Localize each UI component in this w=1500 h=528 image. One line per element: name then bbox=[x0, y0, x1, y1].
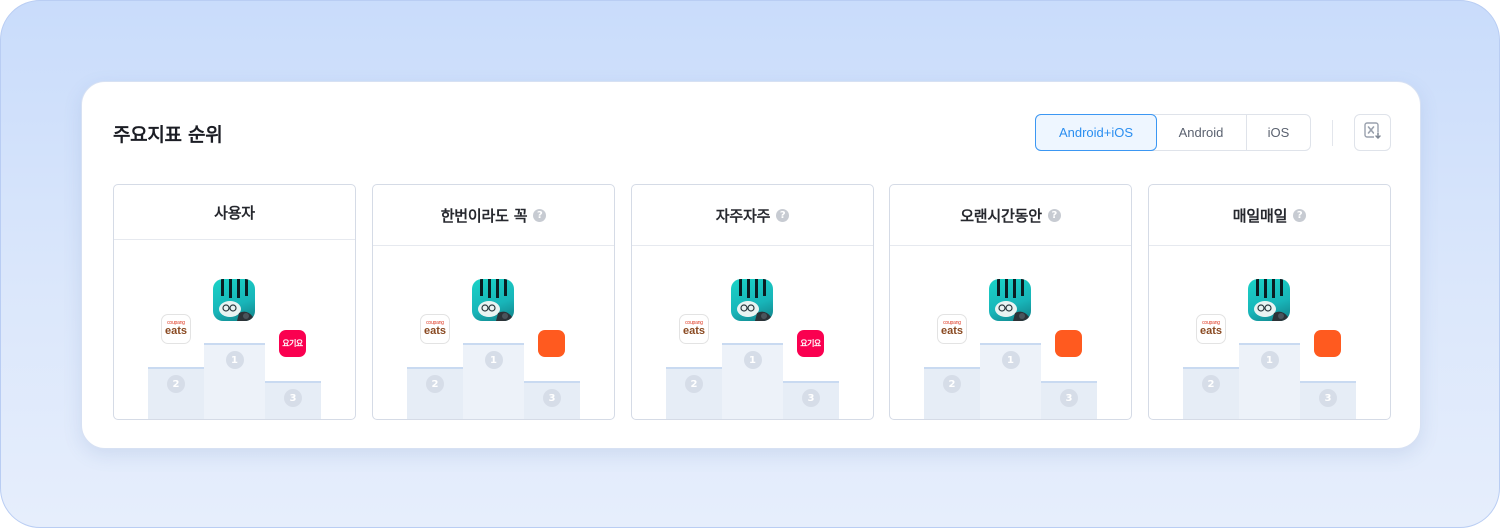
rank-badge: 2 bbox=[426, 375, 444, 393]
rank-badge: 2 bbox=[1202, 375, 1220, 393]
coupang-eats-icon[interactable]: coupang eats bbox=[420, 314, 450, 344]
panel-frequently: 자주자주 ? 2 1 3 coupang eats 요기요 bbox=[631, 184, 874, 420]
rank-badge: 3 bbox=[543, 389, 561, 407]
rank-badge: 3 bbox=[802, 389, 820, 407]
tab-ios[interactable]: iOS bbox=[1247, 115, 1310, 150]
game-app-icon[interactable] bbox=[1248, 279, 1290, 321]
baemin-icon[interactable] bbox=[538, 330, 565, 357]
coupang-eats-icon[interactable]: coupang eats bbox=[679, 314, 709, 344]
panel-title: 오랜시간동안 bbox=[960, 206, 1042, 225]
panel-title: 한번이라도 꼭 bbox=[440, 206, 528, 225]
podium: 2 1 3 coupang eats bbox=[924, 279, 1097, 419]
rank-badge: 3 bbox=[284, 389, 302, 407]
podium-step-2: 2 bbox=[666, 367, 722, 419]
excel-download-icon bbox=[1363, 121, 1382, 144]
coupang-eats-icon[interactable]: coupang eats bbox=[1196, 314, 1226, 344]
eats-logo-main: eats bbox=[1199, 325, 1223, 337]
baemin-icon[interactable] bbox=[1314, 330, 1341, 357]
panel-title: 자주자주 bbox=[715, 206, 771, 225]
page-title: 주요지표 순위 bbox=[113, 124, 223, 146]
rank-badge: 3 bbox=[1060, 389, 1078, 407]
third-app-label: 요기요 bbox=[800, 339, 821, 348]
game-app-icon[interactable] bbox=[731, 279, 773, 321]
eats-logo-main: eats bbox=[423, 325, 447, 337]
rank-badge: 2 bbox=[685, 375, 703, 393]
coupang-eats-icon[interactable]: coupang eats bbox=[161, 314, 191, 344]
eats-logo-main: eats bbox=[940, 325, 964, 337]
rank-badge: 1 bbox=[1260, 351, 1279, 369]
panel-header: 매일매일 ? bbox=[1149, 185, 1390, 246]
excel-download-button[interactable] bbox=[1354, 114, 1391, 151]
panel-long-time: 오랜시간동안 ? 2 1 3 coupang eats bbox=[889, 184, 1132, 420]
podium-step-1: 1 bbox=[1239, 343, 1300, 419]
game-app-icon[interactable] bbox=[213, 279, 255, 321]
help-icon[interactable]: ? bbox=[1047, 208, 1061, 222]
rank-badge: 1 bbox=[743, 351, 762, 369]
ranking-card: 주요지표 순위 Android+iOS Android iOS 사용자 2 1 … bbox=[81, 81, 1421, 449]
rank-badge: 2 bbox=[167, 375, 185, 393]
help-icon[interactable]: ? bbox=[776, 208, 790, 222]
podium-step-2: 2 bbox=[407, 367, 463, 419]
podium: 2 1 3 coupang eats bbox=[1183, 279, 1356, 419]
podium-step-2: 2 bbox=[1183, 367, 1239, 419]
game-app-icon[interactable] bbox=[989, 279, 1031, 321]
coupang-eats-icon[interactable]: coupang eats bbox=[937, 314, 967, 344]
platform-filter: Android+iOS Android iOS bbox=[1035, 114, 1311, 151]
background-frame: 주요지표 순위 Android+iOS Android iOS 사용자 2 1 … bbox=[0, 0, 1500, 528]
panel-users: 사용자 2 1 3 coupang eats 요기요 bbox=[113, 184, 356, 420]
podium-step-1: 1 bbox=[980, 343, 1041, 419]
rank-badge: 2 bbox=[943, 375, 961, 393]
help-icon[interactable]: ? bbox=[533, 208, 547, 222]
podium-step-2: 2 bbox=[148, 367, 204, 419]
yogiyo-icon[interactable]: 요기요 bbox=[279, 330, 306, 357]
podium-step-3: 3 bbox=[265, 381, 321, 419]
tab-android[interactable]: Android bbox=[1156, 115, 1247, 150]
panel-header: 사용자 bbox=[114, 185, 355, 240]
podium-step-3: 3 bbox=[1041, 381, 1097, 419]
podium: 2 1 3 coupang eats 요기요 bbox=[666, 279, 839, 419]
toolbar-divider bbox=[1332, 120, 1333, 146]
podium-step-3: 3 bbox=[524, 381, 580, 419]
game-app-icon[interactable] bbox=[472, 279, 514, 321]
panel-header: 자주자주 ? bbox=[632, 185, 873, 246]
podium-step-2: 2 bbox=[924, 367, 980, 419]
podium-step-1: 1 bbox=[463, 343, 524, 419]
podium-step-3: 3 bbox=[783, 381, 839, 419]
help-icon[interactable]: ? bbox=[1293, 208, 1307, 222]
panel-title: 사용자 bbox=[214, 203, 255, 222]
rank-badge: 1 bbox=[1001, 351, 1020, 369]
rank-badge: 3 bbox=[1319, 389, 1337, 407]
eats-logo-main: eats bbox=[682, 325, 706, 337]
podium-step-1: 1 bbox=[722, 343, 783, 419]
third-app-label: 요기요 bbox=[282, 339, 303, 348]
panel-at-least-once: 한번이라도 꼭 ? 2 1 3 coupang eats bbox=[372, 184, 615, 420]
baemin-icon[interactable] bbox=[1055, 330, 1082, 357]
podium-step-3: 3 bbox=[1300, 381, 1356, 419]
tab-android-ios[interactable]: Android+iOS bbox=[1035, 114, 1157, 151]
panel-every-day: 매일매일 ? 2 1 3 coupang eats bbox=[1148, 184, 1391, 420]
panel-header: 한번이라도 꼭 ? bbox=[373, 185, 614, 246]
eats-logo-main: eats bbox=[164, 325, 188, 337]
podium: 2 1 3 coupang eats bbox=[407, 279, 580, 419]
panel-title: 매일매일 bbox=[1232, 206, 1288, 225]
podium: 2 1 3 coupang eats 요기요 bbox=[148, 279, 321, 419]
rank-badge: 1 bbox=[225, 351, 244, 369]
panel-header: 오랜시간동안 ? bbox=[890, 185, 1131, 246]
yogiyo-icon[interactable]: 요기요 bbox=[797, 330, 824, 357]
rank-badge: 1 bbox=[484, 351, 503, 369]
podium-step-1: 1 bbox=[204, 343, 265, 419]
